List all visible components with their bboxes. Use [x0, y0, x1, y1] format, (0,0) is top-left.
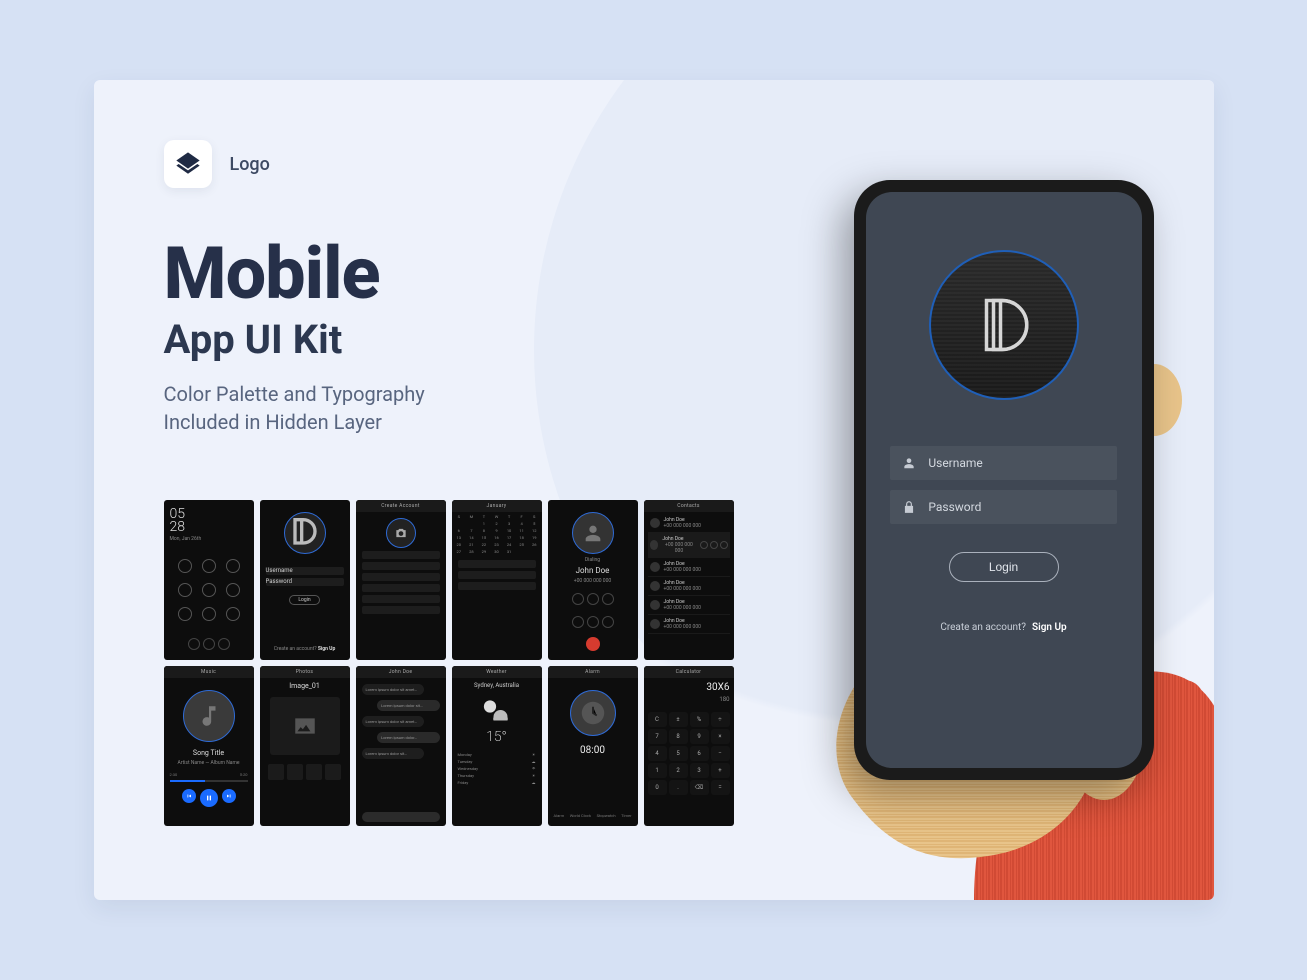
signup-prompt: Create an account? — [940, 622, 1026, 633]
username-field-mini: Username — [266, 567, 344, 575]
password-field-mini: Password — [266, 578, 344, 586]
thumb-dialing[interactable]: Dialing John Doe +00 000 000 000 — [548, 500, 638, 660]
player-controls — [182, 789, 236, 807]
signup-row: Create an account? Sign Up — [940, 622, 1066, 633]
headline-line2: App UI Kit — [164, 316, 380, 363]
phone-mockup: Username Password Login Create an accoun… — [854, 180, 1154, 780]
user-icon — [902, 456, 916, 470]
subhead-line1: Color Palette and Typography — [164, 380, 425, 408]
dialing-name: John Doe — [576, 566, 610, 575]
login-form: Username Password Login — [890, 446, 1116, 582]
weather-temp: 15° — [486, 729, 507, 745]
pin-pad — [178, 559, 240, 621]
app-logo — [929, 250, 1079, 400]
layers-icon — [174, 150, 202, 178]
headline-line1: Mobile — [164, 240, 380, 308]
calendar-title: January — [452, 500, 542, 512]
alarm-title: Alarm — [548, 666, 638, 678]
password-input[interactable]: Password — [890, 490, 1116, 524]
username-input[interactable]: Username — [890, 446, 1116, 480]
image-placeholder-icon — [270, 697, 340, 755]
thumb-calendar[interactable]: January SMTWTFS 12345 6789101112 1314151… — [452, 500, 542, 660]
thumb-photos[interactable]: Photos Image_01 — [260, 666, 350, 826]
signup-link[interactable]: Sign Up — [1032, 622, 1067, 633]
end-call-icon — [586, 637, 600, 651]
headline: Mobile App UI Kit — [164, 240, 380, 363]
clock-face-icon — [570, 690, 616, 736]
photo-thumbs — [268, 764, 341, 780]
thumb-alarm[interactable]: Alarm 08:00 AlarmWorld ClockStopwatchTim… — [548, 666, 638, 826]
avatar-icon — [572, 512, 614, 554]
d-logo-icon — [969, 290, 1039, 360]
lockscreen-date: Mon, Jan 26th — [170, 536, 202, 542]
chat-title: John Doe — [356, 666, 446, 678]
thumb-login[interactable]: Username Password Login Create an accoun… — [260, 500, 350, 660]
weather-icon — [476, 696, 518, 726]
brand-label: Logo — [230, 154, 270, 175]
lockscreen-time: 05 28 — [170, 508, 186, 533]
dialing-label: Dialing — [585, 557, 600, 563]
song-title: Song Title — [193, 749, 224, 757]
login-button-mini: Login — [289, 595, 319, 605]
app-logo-icon — [284, 512, 326, 554]
album-art-icon — [183, 690, 235, 742]
dialing-number: +00 000 000 000 — [574, 578, 611, 584]
weather-title: Weather — [452, 666, 542, 678]
calendar-grid: SMTWTFS 12345 6789101112 13141516171819 … — [452, 512, 542, 556]
thumb-music[interactable]: Music Song Title Artist Name — Album Nam… — [164, 666, 254, 826]
signup-line-mini: Create an account? Sign Up — [274, 646, 336, 652]
thumb-weather[interactable]: Weather Sydney, Australia 15° Monday☀ Tu… — [452, 666, 542, 826]
subhead-line2: Included in Hidden Layer — [164, 408, 425, 436]
promo-canvas: Logo Mobile App UI Kit Color Palette and… — [94, 80, 1214, 900]
song-artist: Artist Name — Album Name — [177, 760, 239, 766]
thumb-create-account[interactable]: Create Account — [356, 500, 446, 660]
subheadline: Color Palette and Typography Included in… — [164, 380, 425, 436]
photos-title: Photos — [260, 666, 350, 678]
alarm-time: 08:00 — [580, 745, 605, 756]
music-title: Music — [164, 666, 254, 678]
brand-badge — [164, 140, 212, 188]
password-placeholder: Password — [928, 500, 981, 514]
camera-icon — [386, 518, 416, 548]
thumb-lockscreen[interactable]: 05 28 Mon, Jan 26th — [164, 500, 254, 660]
chat-input-mini — [362, 812, 440, 822]
phone-screen: Username Password Login Create an accoun… — [866, 192, 1142, 768]
username-placeholder: Username — [928, 456, 982, 470]
create-account-title: Create Account — [356, 500, 446, 512]
photo-name: Image_01 — [289, 682, 320, 690]
weather-city: Sydney, Australia — [474, 682, 519, 689]
thumb-chat[interactable]: John Doe Lorem ipsum dolor sit amet… Lor… — [356, 666, 446, 826]
login-button[interactable]: Login — [949, 552, 1059, 582]
screens-grid: 05 28 Mon, Jan 26th Username Password Lo… — [164, 500, 734, 826]
brand-row: Logo — [164, 140, 270, 188]
lock-icon — [902, 500, 916, 514]
